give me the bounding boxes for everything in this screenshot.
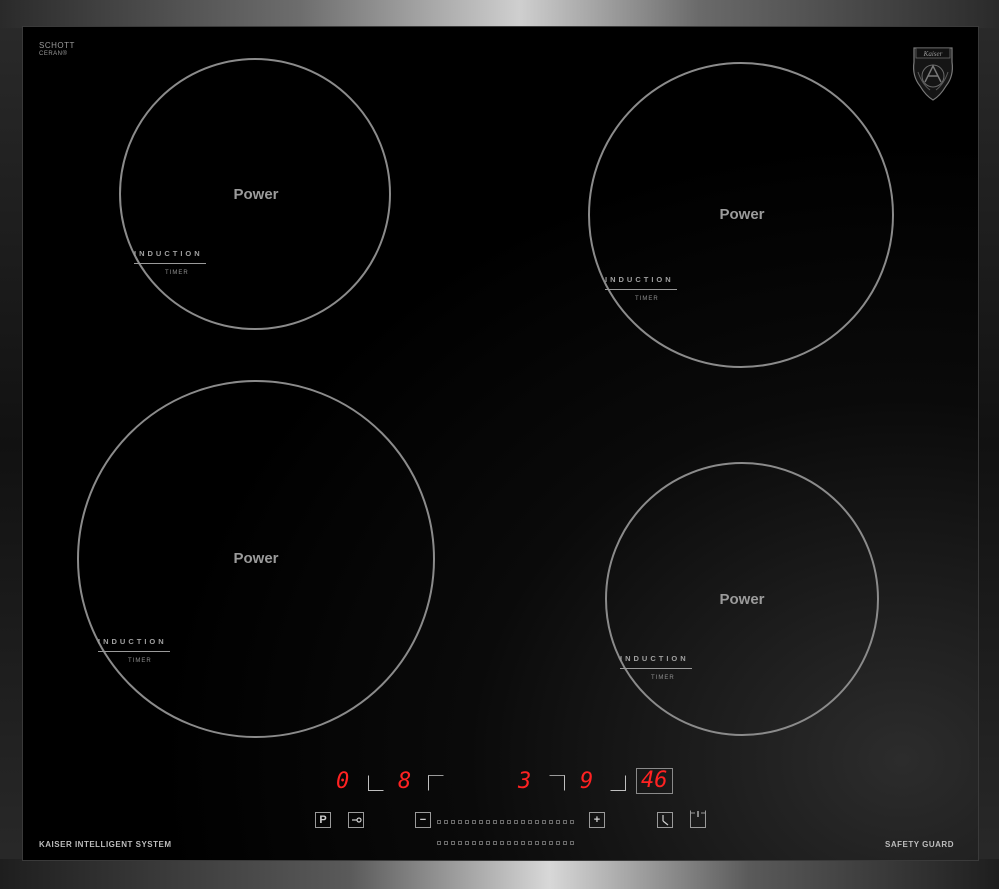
zone-divider (620, 668, 692, 669)
frame-bottom-edge (0, 859, 999, 889)
zone-divider (134, 263, 206, 264)
zone-4-select-button[interactable] (610, 775, 626, 791)
zone-4-level-display: 9 (580, 769, 594, 794)
key-icon (352, 817, 362, 823)
minus-button[interactable]: − (415, 812, 431, 828)
power-icon (691, 811, 705, 817)
zone-power-label: Power (233, 550, 279, 567)
zone-timer-label: TIMER (128, 658, 152, 664)
frame-top-edge (0, 0, 999, 28)
zone-induction-label: INDUCTION (98, 637, 167, 646)
svg-text:Kaiser: Kaiser (923, 50, 943, 58)
zone-power-label: Power (719, 591, 765, 608)
plus-button[interactable]: + (589, 812, 605, 828)
schott-ceran-logo: SCHOTT CERAN® (39, 42, 75, 58)
ceran-text: CERAN® (39, 51, 68, 57)
zone-timer-label: TIMER (635, 296, 659, 302)
zone-2-select-button[interactable] (428, 775, 444, 791)
zone-timer-label: TIMER (651, 675, 675, 681)
power-slider-dots[interactable] (437, 811, 577, 850)
zone-power-label: Power (233, 186, 279, 203)
zone-power-label: Power (719, 206, 765, 223)
kaiser-crest-logo: Kaiser (913, 47, 953, 101)
zone-3-level-display: 3 (518, 769, 532, 794)
pause-button[interactable]: P (315, 812, 331, 828)
zone-induction-label: INDUCTION (605, 275, 674, 284)
slider-row-bottom (437, 832, 577, 850)
zone-induction-label: INDUCTION (134, 249, 203, 258)
zone-timer-label: TIMER (165, 270, 189, 276)
footer-brand-right: SAFETY GUARD (885, 840, 954, 849)
zone-divider (98, 651, 170, 652)
zone-1-select-button[interactable] (368, 775, 384, 791)
timer-button[interactable] (657, 812, 673, 828)
zone-1-level-display: 0 (336, 769, 350, 794)
clock-icon (662, 815, 669, 826)
lock-key-button[interactable] (348, 812, 364, 828)
slider-row-top (437, 811, 577, 829)
zone-divider (605, 289, 677, 290)
schott-text: SCHOTT (39, 41, 75, 50)
power-on-off-button[interactable] (690, 810, 706, 828)
zone-3-select-button[interactable] (549, 775, 565, 791)
timer-display: 46 (636, 768, 673, 794)
zone-2-level-display: 8 (398, 769, 412, 794)
zone-induction-label: INDUCTION (620, 654, 689, 663)
footer-brand-left: KAISER INTELLIGENT SYSTEM (39, 840, 172, 849)
